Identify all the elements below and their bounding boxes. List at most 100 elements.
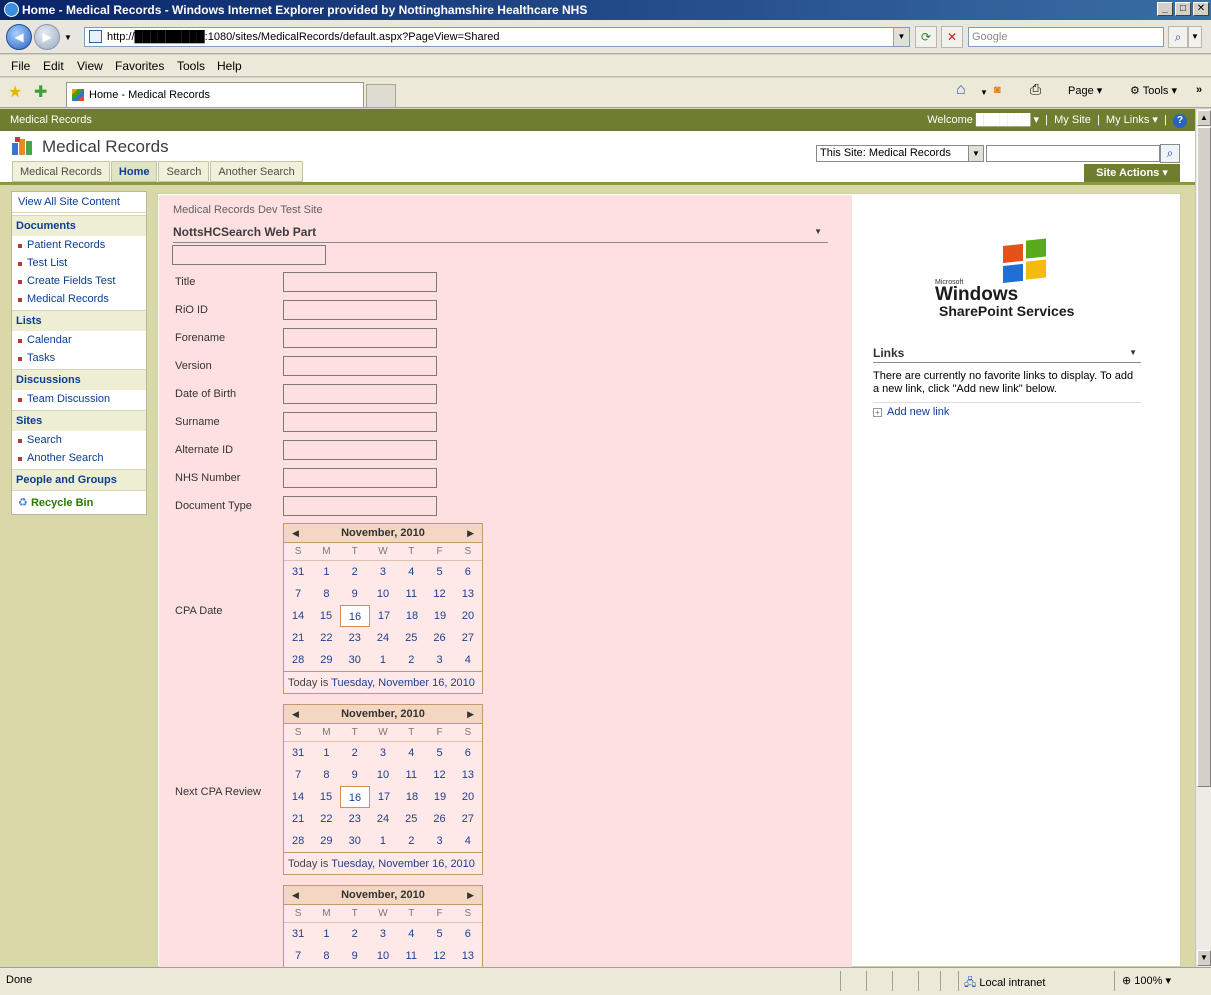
calendar-day[interactable]: 2 xyxy=(341,561,369,583)
print-icon[interactable]: ⎙ xyxy=(1030,81,1041,98)
recycle-bin-link[interactable]: ♻ Recycle Bin xyxy=(12,490,146,514)
calendar-day[interactable]: 12 xyxy=(425,583,453,605)
next-month-icon[interactable]: ▶ xyxy=(467,705,474,724)
calendar-day[interactable]: 19 xyxy=(426,786,454,808)
calendar-day[interactable]: 14 xyxy=(284,605,312,627)
input-forename[interactable] xyxy=(283,328,437,348)
calendar-day[interactable]: 9 xyxy=(341,583,369,605)
calendar-day[interactable]: 1 xyxy=(312,923,340,945)
close-button[interactable]: ✕ xyxy=(1193,2,1209,16)
calendar-day[interactable]: 1 xyxy=(312,742,340,764)
browser-tab-home[interactable]: Home - Medical Records xyxy=(66,82,364,107)
ql-item-another-search[interactable]: Another Search xyxy=(12,449,146,467)
links-menu-icon[interactable]: ▼ xyxy=(1129,348,1137,357)
scroll-up-icon[interactable]: ▲ xyxy=(1197,110,1211,126)
scroll-thumb[interactable] xyxy=(1197,127,1211,787)
home-dropdown-icon[interactable]: ▼ xyxy=(980,88,988,97)
welcome-menu[interactable]: Welcome ███████ ▾ xyxy=(927,114,1039,126)
minimize-button[interactable]: _ xyxy=(1157,2,1173,16)
stop-icon[interactable]: ✕ xyxy=(941,26,963,48)
calendar-day[interactable]: 8 xyxy=(312,945,340,967)
calendar-day[interactable]: 31 xyxy=(284,923,312,945)
maximize-button[interactable]: □ xyxy=(1175,2,1191,16)
calendar-day[interactable]: 12 xyxy=(425,945,453,967)
calendar-day[interactable]: 26 xyxy=(425,808,453,830)
calendar-day[interactable]: 7 xyxy=(284,583,312,605)
calendar-day[interactable]: 6 xyxy=(454,923,482,945)
menu-favorites[interactable]: Favorites xyxy=(115,59,164,73)
calendar-day[interactable]: 17 xyxy=(370,786,398,808)
search-icon[interactable]: ⌕ xyxy=(1168,26,1188,48)
calendar-day[interactable]: 27 xyxy=(454,627,482,649)
tools-menu[interactable]: ⚙ Tools ▾ xyxy=(1130,84,1177,97)
ql-item-team-discussion[interactable]: Team Discussion xyxy=(12,390,146,408)
calendar-day[interactable]: 1 xyxy=(312,561,340,583)
calendar-day[interactable]: 3 xyxy=(425,830,453,852)
menu-edit[interactable]: Edit xyxy=(43,59,64,73)
home-icon[interactable]: ⌂ xyxy=(956,81,966,99)
input-title[interactable] xyxy=(283,272,437,292)
menu-file[interactable]: File xyxy=(11,59,30,73)
page-menu[interactable]: Page ▾ xyxy=(1068,84,1102,97)
ql-heading-sites[interactable]: Sites xyxy=(12,410,146,431)
search-go-icon[interactable]: ⌕ xyxy=(1160,144,1180,163)
calendar-day[interactable]: 31 xyxy=(284,561,312,583)
help-icon[interactable]: ? xyxy=(1173,114,1187,128)
calendar-day[interactable]: 24 xyxy=(369,627,397,649)
calendar-day[interactable]: 18 xyxy=(398,605,426,627)
calendar-day[interactable]: 12 xyxy=(425,764,453,786)
ql-item-create-fields-test[interactable]: Create Fields Test xyxy=(12,272,146,290)
view-all-site-content-link[interactable]: View All Site Content xyxy=(12,192,146,213)
calendar-day[interactable]: 23 xyxy=(341,808,369,830)
prev-month-icon[interactable]: ◀ xyxy=(292,524,299,543)
vertical-scrollbar[interactable]: ▲ ▼ xyxy=(1195,109,1211,967)
ql-heading-documents[interactable]: Documents xyxy=(12,215,146,236)
calendar-day[interactable]: 10 xyxy=(369,945,397,967)
calendar-day[interactable]: 1 xyxy=(369,649,397,671)
security-zone[interactable]: 🖧 Local intranet xyxy=(964,974,1045,993)
calendar-day[interactable]: 17 xyxy=(370,605,398,627)
calendar-day[interactable]: 2 xyxy=(341,742,369,764)
calendar-day[interactable]: 6 xyxy=(454,561,482,583)
tab-medical-records[interactable]: Medical Records xyxy=(12,161,110,182)
add-new-link[interactable]: + Add new link xyxy=(873,406,949,418)
input-version[interactable] xyxy=(283,356,437,376)
calendar-day-today[interactable]: 16 xyxy=(340,605,370,627)
ql-item-tasks[interactable]: Tasks xyxy=(12,349,146,367)
ql-item-search[interactable]: Search xyxy=(12,431,146,449)
calendar-day[interactable]: 13 xyxy=(454,764,482,786)
calendar-day[interactable]: 15 xyxy=(312,786,340,808)
input-nhs-number[interactable] xyxy=(283,468,437,488)
calendar-day[interactable]: 5 xyxy=(425,742,453,764)
ql-item-test-list[interactable]: Test List xyxy=(12,254,146,272)
ql-heading-discussions[interactable]: Discussions xyxy=(12,369,146,390)
forward-button[interactable]: ▶ xyxy=(34,24,60,50)
calendar-day[interactable]: 22 xyxy=(312,627,340,649)
menu-help[interactable]: Help xyxy=(217,59,242,73)
calendar-day[interactable]: 1 xyxy=(369,830,397,852)
calendar-day[interactable]: 26 xyxy=(425,627,453,649)
calendar-day[interactable]: 29 xyxy=(312,649,340,671)
zoom-level[interactable]: ⊕ 100% ▾ xyxy=(1122,974,1171,987)
calendar-day[interactable]: 4 xyxy=(454,649,482,671)
calendar-day[interactable]: 20 xyxy=(454,786,482,808)
calendar-day[interactable]: 2 xyxy=(341,923,369,945)
calendar-day[interactable]: 3 xyxy=(369,561,397,583)
feeds-icon[interactable]: ◙ xyxy=(994,84,1001,96)
calendar-day[interactable]: 4 xyxy=(454,830,482,852)
calendar-day[interactable]: 29 xyxy=(312,830,340,852)
calendar-day[interactable]: 21 xyxy=(284,627,312,649)
calendar-day[interactable]: 10 xyxy=(369,583,397,605)
calendar-day[interactable]: 28 xyxy=(284,649,312,671)
next-month-icon[interactable]: ▶ xyxy=(467,524,474,543)
calendar-day[interactable]: 8 xyxy=(312,583,340,605)
calendar-day[interactable]: 13 xyxy=(454,583,482,605)
calendar-day[interactable]: 3 xyxy=(369,742,397,764)
calendar-day[interactable]: 20 xyxy=(454,605,482,627)
ql-item-medical-records[interactable]: Medical Records xyxy=(12,290,146,308)
calendar-day[interactable]: 14 xyxy=(284,786,312,808)
calendar-day[interactable]: 22 xyxy=(312,808,340,830)
tab-another-search[interactable]: Another Search xyxy=(210,161,303,182)
web-part-menu-icon[interactable]: ▼ xyxy=(814,227,822,236)
calendar-day[interactable]: 9 xyxy=(341,945,369,967)
